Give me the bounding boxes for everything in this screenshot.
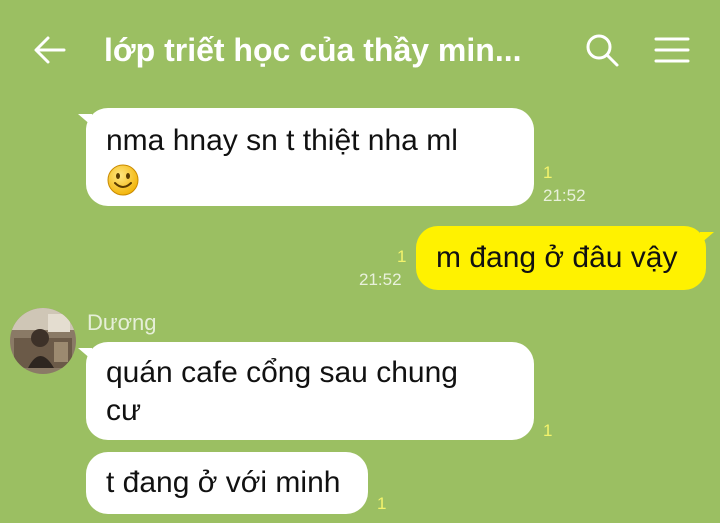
smiley-emoji-icon [107, 164, 139, 196]
message-bubble-incoming[interactable]: t đang ở với minh [86, 452, 368, 514]
message-time: 21:52 [543, 186, 586, 205]
sender-name: Dương [87, 310, 157, 335]
message-text: quán cafe cổng sau chung [106, 356, 458, 389]
message-text: t đang ở với minh [106, 466, 341, 499]
message-text: cư [106, 394, 142, 427]
message-text: nma hnay sn t thiệt nha ml [106, 124, 458, 157]
chat-header: lớp triết học của thầy min... [0, 0, 720, 100]
message-bubble-incoming[interactable]: quán cafe cổng sau chung cư [86, 342, 534, 440]
sender-avatar[interactable] [10, 308, 76, 374]
read-count: 1 [543, 421, 553, 440]
message-bubble-outgoing[interactable]: m đang ở đâu vậy [416, 226, 706, 290]
read-count: 1 [377, 494, 387, 513]
bubble-tail [700, 232, 714, 244]
read-count: 1 [397, 247, 407, 266]
hamburger-menu-icon[interactable] [650, 30, 694, 70]
read-count: 1 [543, 163, 553, 182]
arrow-left-icon[interactable] [28, 28, 72, 72]
message-time: 21:52 [359, 270, 402, 289]
message-bubble-incoming[interactable]: nma hnay sn t thiệt nha ml [86, 108, 534, 206]
search-icon[interactable] [582, 30, 622, 70]
message-text: m đang ở đâu vậy [436, 241, 678, 274]
chat-title[interactable]: lớp triết học của thầy min... [104, 30, 544, 70]
